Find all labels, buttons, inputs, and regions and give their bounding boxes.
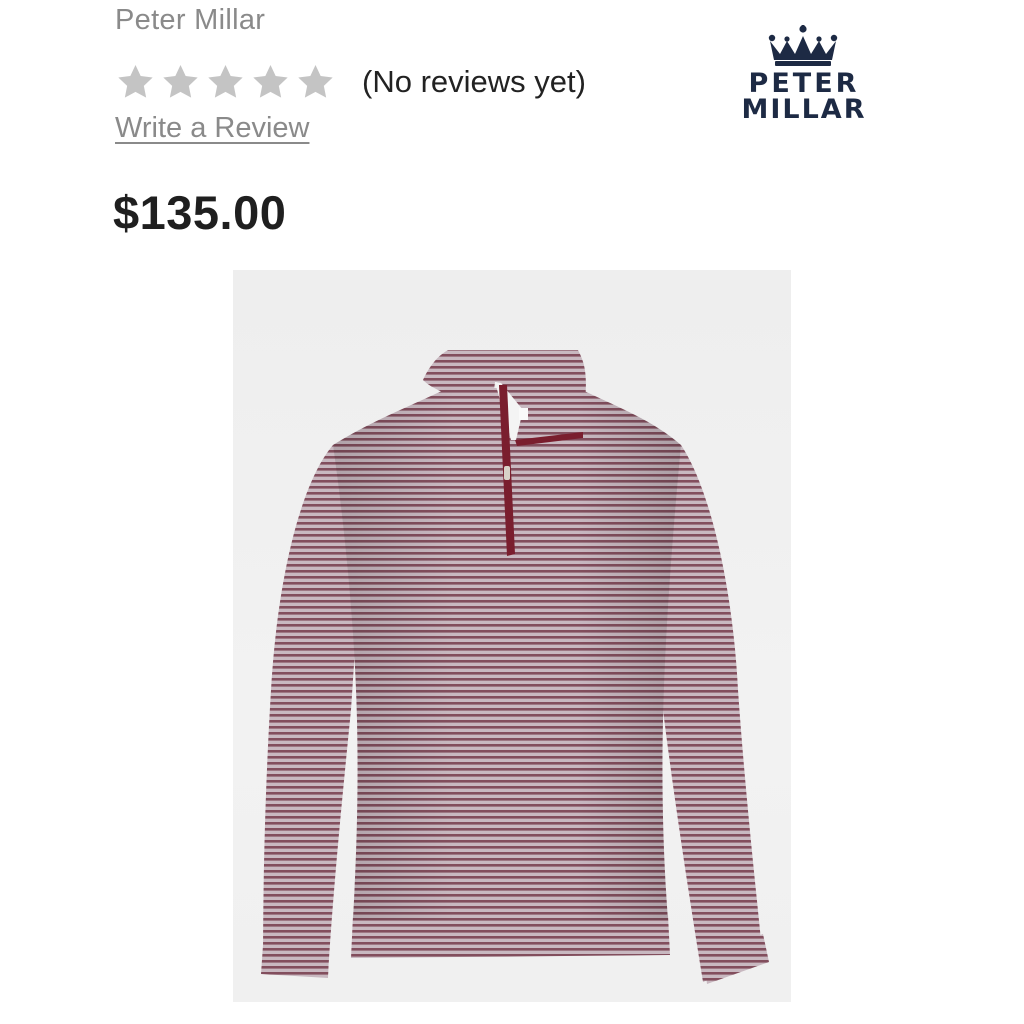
review-count: (No reviews yet) xyxy=(362,64,586,99)
brand-logo[interactable]: PETER MILLAR xyxy=(724,24,884,124)
brand-name[interactable]: Peter Millar xyxy=(115,4,265,37)
star-rating[interactable] xyxy=(115,62,336,102)
logo-text-line-1: PETER xyxy=(748,68,860,99)
crown-icon xyxy=(768,25,838,66)
rating-row: (No reviews yet) xyxy=(115,62,586,102)
product-image[interactable] xyxy=(233,270,791,1002)
product-page: Peter Millar (No reviews yet) Write a Re… xyxy=(0,0,1024,1024)
star-icon xyxy=(208,65,243,98)
star-icon xyxy=(118,65,153,98)
star-icon xyxy=(298,65,333,98)
quarter-zip-pullover-image xyxy=(261,350,769,984)
logo-text-line-2: MILLAR xyxy=(741,94,867,125)
star-icon xyxy=(253,65,288,98)
star-icon xyxy=(163,65,198,98)
price: $135.00 xyxy=(113,186,287,239)
write-review-link[interactable]: Write a Review xyxy=(115,112,309,145)
